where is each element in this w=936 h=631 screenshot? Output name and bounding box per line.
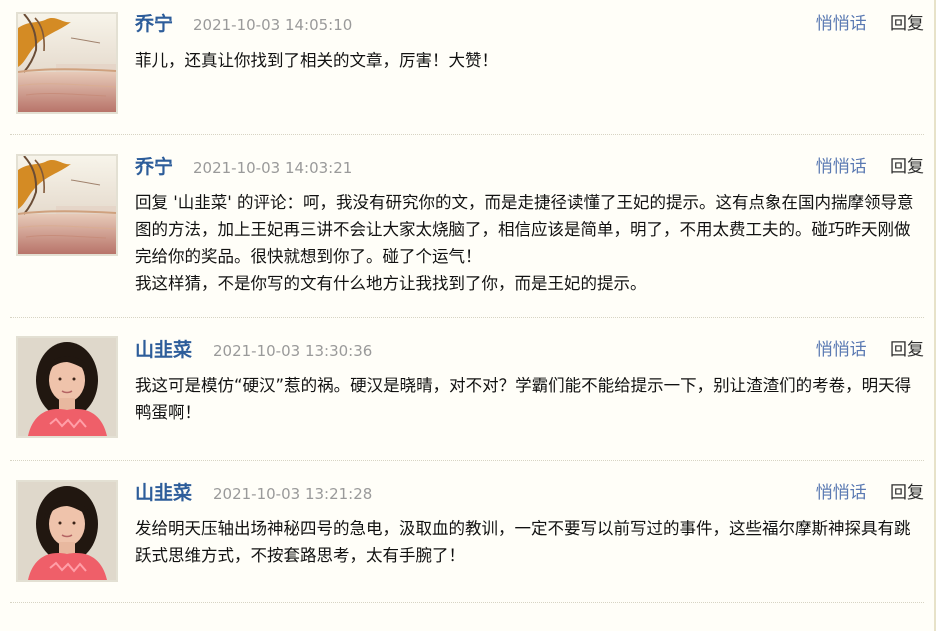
- comment-actions: 悄悄话 回复: [816, 482, 924, 504]
- avatar[interactable]: [16, 336, 118, 438]
- comment-text: 回复 '山韭菜' 的评论：呵，我没有研究你的文，而是走捷径读懂了王妃的提示。这有…: [135, 193, 914, 293]
- whisper-link[interactable]: 悄悄话: [816, 340, 867, 360]
- reply-link[interactable]: 回复: [890, 483, 924, 503]
- comment-item: 乔宁 2021-10-03 14:05:10 悄悄话 回复 菲儿，还真让你找到了…: [0, 0, 924, 135]
- whisper-link[interactable]: 悄悄话: [816, 483, 867, 503]
- comment-actions: 悄悄话 回复: [816, 156, 924, 178]
- comment-author[interactable]: 山韭菜: [135, 481, 192, 505]
- reply-link[interactable]: 回复: [890, 340, 924, 360]
- comment-actions: 悄悄话 回复: [816, 13, 924, 35]
- comment-timestamp: 2021-10-03 14:05:10: [193, 16, 353, 34]
- comment-timestamp: 2021-10-03 13:30:36: [213, 342, 373, 360]
- woman-portrait-image: [18, 338, 116, 436]
- reply-link[interactable]: 回复: [890, 14, 924, 34]
- comment-item: 山韭菜 2021-10-03 13:21:28 悄悄话 回复 发给明天压轴出场神…: [0, 461, 924, 603]
- avatar[interactable]: [16, 480, 118, 582]
- comment-timestamp: 2021-10-03 13:21:28: [213, 485, 373, 503]
- whisper-link[interactable]: 悄悄话: [816, 14, 867, 34]
- comment-item: 乔宁 2021-10-03 14:03:21 悄悄话 回复 回复 '山韭菜' 的…: [0, 135, 924, 318]
- avatar[interactable]: [16, 12, 118, 114]
- comment-timestamp: 2021-10-03 14:03:21: [193, 159, 353, 177]
- comment-item: 山韭菜 2021-10-03 13:30:36 悄悄话 回复 我这可是模仿“硬汉…: [0, 318, 924, 461]
- comment-author[interactable]: 乔宁: [135, 12, 173, 36]
- comment-author[interactable]: 山韭菜: [135, 338, 192, 362]
- avatar[interactable]: [16, 154, 118, 256]
- autumn-lake-image: [18, 14, 116, 112]
- comment-text: 菲儿，还真让你找到了相关的文章，厉害！大赞！: [135, 51, 498, 70]
- comment-list: 乔宁 2021-10-03 14:05:10 悄悄话 回复 菲儿，还真让你找到了…: [0, 0, 936, 631]
- autumn-lake-image: [18, 156, 116, 254]
- comment-author[interactable]: 乔宁: [135, 155, 173, 179]
- woman-portrait-image: [18, 482, 116, 580]
- reply-link[interactable]: 回复: [890, 157, 924, 177]
- comment-text: 我这可是模仿“硬汉”惹的祸。硬汉是晓晴，对不对？学霸们能不能给提示一下，别让渣渣…: [135, 376, 912, 422]
- whisper-link[interactable]: 悄悄话: [816, 157, 867, 177]
- comment-actions: 悄悄话 回复: [816, 339, 924, 361]
- comment-text: 发给明天压轴出场神秘四号的急电，汲取血的教训，一定不要写以前写过的事件，这些福尔…: [135, 519, 911, 565]
